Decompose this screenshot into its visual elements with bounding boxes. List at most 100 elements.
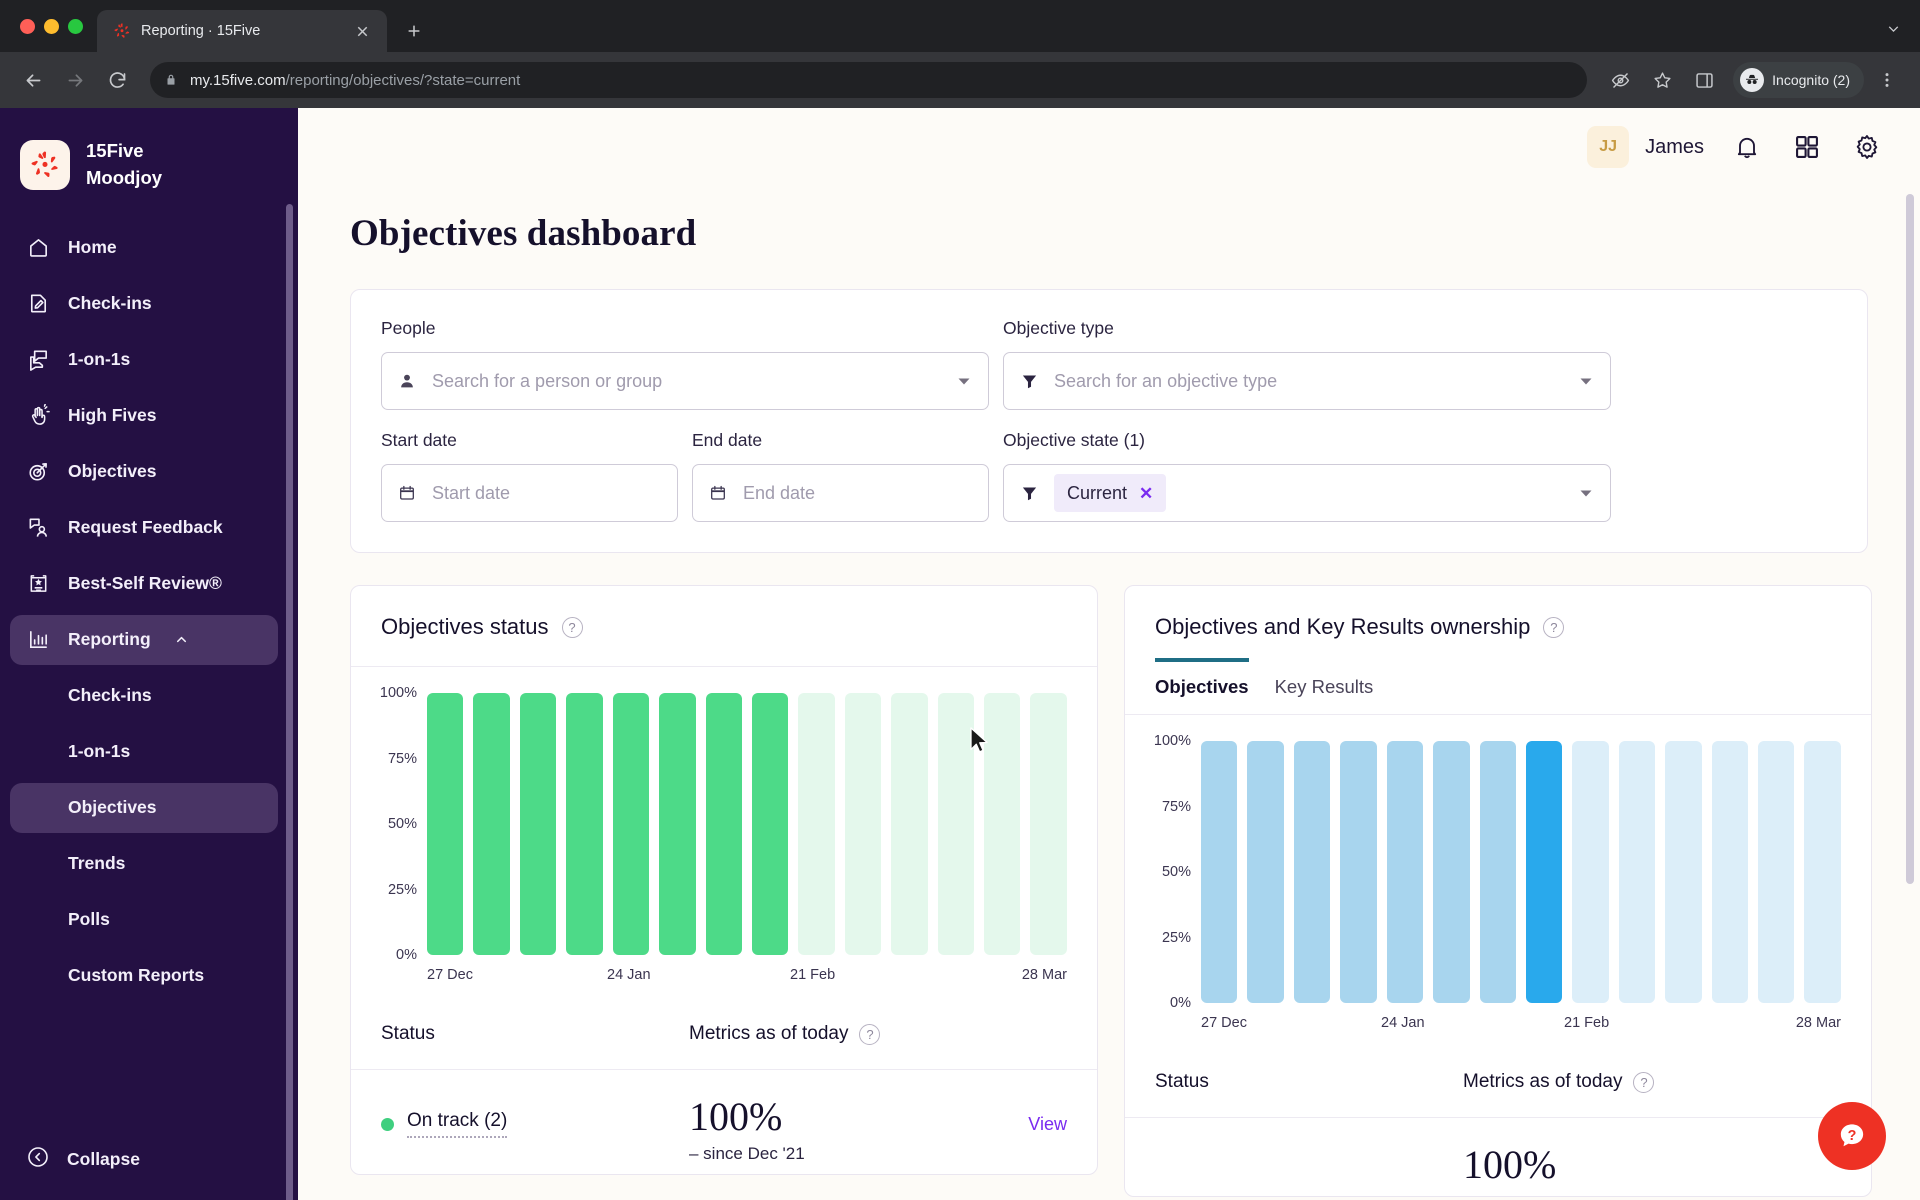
chevron-down-icon[interactable] xyxy=(1576,486,1596,500)
notification-bell-icon[interactable] xyxy=(1730,130,1764,164)
view-link[interactable]: View xyxy=(1028,1096,1067,1135)
chart-bar[interactable] xyxy=(1433,741,1470,1003)
chart-bar[interactable] xyxy=(1525,741,1563,1003)
chart-bar[interactable] xyxy=(473,693,510,955)
chart-bar[interactable] xyxy=(798,693,835,955)
sidebar-item-high-fives[interactable]: High Fives xyxy=(10,391,278,441)
target-icon xyxy=(26,459,51,484)
browser-tab[interactable]: Reporting · 15Five xyxy=(97,10,387,52)
sidebar-item-home[interactable]: Home xyxy=(10,223,278,273)
question-mark-icon[interactable]: ? xyxy=(859,1023,881,1045)
question-mark-icon[interactable]: ? xyxy=(1633,1071,1655,1093)
sidebar-item-reporting-custom-reports[interactable]: Custom Reports xyxy=(10,951,278,1001)
page-scrollbar[interactable] xyxy=(1906,194,1914,884)
chart-bar[interactable] xyxy=(1479,741,1516,1003)
chart-bar[interactable] xyxy=(566,693,603,955)
chevron-left-circle-icon xyxy=(26,1145,50,1174)
user-menu[interactable]: JJ James xyxy=(1587,126,1704,168)
chart-bar[interactable] xyxy=(937,693,975,955)
minimize-window-button[interactable] xyxy=(44,18,59,34)
eye-slash-icon[interactable] xyxy=(1601,61,1639,99)
chart-bar[interactable] xyxy=(1665,741,1702,1003)
question-mark-icon[interactable]: ? xyxy=(561,616,583,638)
15five-logo-icon xyxy=(20,139,70,190)
chart-bar[interactable] xyxy=(1386,741,1424,1003)
chart-bar[interactable] xyxy=(1618,741,1656,1003)
three-dot-menu-icon[interactable] xyxy=(1868,61,1906,99)
reload-icon[interactable] xyxy=(98,61,136,99)
tab-objectives[interactable]: Objectives xyxy=(1155,658,1249,714)
chart-bar[interactable] xyxy=(519,693,557,955)
people-search-input[interactable]: Search for a person or group xyxy=(381,352,989,410)
chart-bar[interactable] xyxy=(1711,741,1749,1003)
objective-state-chip[interactable]: Current ✕ xyxy=(1054,474,1167,512)
end-date-label: End date xyxy=(692,430,763,450)
end-date-input[interactable]: End date xyxy=(692,464,989,522)
chart-bar[interactable] xyxy=(1572,741,1609,1003)
sidebar-item-1-on-1s[interactable]: 1-on-1s xyxy=(10,335,278,385)
sidebar-item-best-self-review[interactable]: Best-Self Review® xyxy=(10,559,278,609)
incognito-label: Incognito (2) xyxy=(1772,72,1850,88)
chart-bar[interactable] xyxy=(891,693,928,955)
sidebar-item-reporting[interactable]: Reporting xyxy=(10,614,278,665)
close-icon[interactable]: ✕ xyxy=(1139,485,1153,502)
question-mark-icon[interactable]: ? xyxy=(1543,616,1565,638)
sidebar-item-reporting-1-on-1s[interactable]: 1-on-1s xyxy=(10,727,278,777)
forward-arrow-icon[interactable] xyxy=(56,61,94,99)
chart-bar[interactable] xyxy=(659,693,696,955)
chart-bar[interactable] xyxy=(612,693,650,955)
side-panel-icon[interactable] xyxy=(1685,61,1723,99)
new-tab-icon[interactable] xyxy=(397,14,431,48)
close-icon[interactable] xyxy=(349,18,375,44)
y-tick-label: 50% xyxy=(1161,864,1191,880)
chart-bar[interactable] xyxy=(1201,741,1238,1003)
sidebar-item-reporting-check-ins[interactable]: Check-ins xyxy=(10,671,278,721)
checkin-note-icon xyxy=(26,291,51,316)
status-table-header: Status Metrics as of today ? xyxy=(351,997,1097,1070)
apps-grid-icon[interactable] xyxy=(1790,130,1824,164)
chevron-down-icon[interactable] xyxy=(954,374,974,388)
sidebar-item-request-feedback[interactable]: Request Feedback xyxy=(10,503,278,553)
settings-gear-icon[interactable] xyxy=(1850,130,1884,164)
address-bar[interactable]: my.15five.com/reporting/objectives/?stat… xyxy=(150,62,1588,98)
chart-bar[interactable] xyxy=(1293,741,1331,1003)
chart-bar[interactable] xyxy=(1758,741,1795,1003)
chart-bar[interactable] xyxy=(1030,693,1067,955)
help-chat-icon[interactable]: ? xyxy=(1818,1102,1886,1170)
chart-bar[interactable] xyxy=(844,693,882,955)
star-icon[interactable] xyxy=(1643,61,1681,99)
tab-list-chevron-icon[interactable] xyxy=(1885,20,1902,40)
objective-type-search-input[interactable]: Search for an objective type xyxy=(1003,352,1611,410)
ownership-card: Objectives and Key Results ownership ? O… xyxy=(1124,585,1872,1197)
tab-key-results[interactable]: Key Results xyxy=(1275,658,1374,714)
chart-bar[interactable] xyxy=(705,693,742,955)
chart-bar[interactable] xyxy=(1340,741,1377,1003)
brand-name-line1: 15Five xyxy=(86,140,144,161)
url-domain: my.15five.com xyxy=(190,71,286,89)
lock-icon xyxy=(164,73,178,87)
brand-block[interactable]: 15Five Moodjoy xyxy=(0,130,298,220)
back-arrow-icon[interactable] xyxy=(14,61,52,99)
sidebar-item-objectives[interactable]: Objectives xyxy=(10,447,278,497)
close-window-button[interactable] xyxy=(20,18,35,34)
card-header: Objectives and Key Results ownership ? xyxy=(1125,586,1871,658)
sidebar-collapse-button[interactable]: Collapse xyxy=(0,1134,298,1184)
start-date-input[interactable]: Start date xyxy=(381,464,678,522)
objective-state-input[interactable]: Current ✕ xyxy=(1003,464,1611,522)
brand-name-line2: Moodjoy xyxy=(86,166,163,188)
chart-bar[interactable] xyxy=(751,693,789,955)
app-shell: 15Five Moodjoy Home Check-ins 1-on-1s Hi… xyxy=(0,108,1920,1200)
chart-bar[interactable] xyxy=(1804,741,1841,1003)
svg-text:?: ? xyxy=(1848,1128,1857,1144)
maximize-window-button[interactable] xyxy=(68,18,83,34)
sidebar-item-reporting-objectives[interactable]: Objectives xyxy=(10,782,278,833)
sidebar-item-check-ins[interactable]: Check-ins xyxy=(10,279,278,329)
chart-bar[interactable] xyxy=(1247,741,1284,1003)
chart-bar[interactable] xyxy=(427,693,464,955)
x-tick-label: 24 Jan xyxy=(1381,1015,1425,1031)
sidebar-item-reporting-trends[interactable]: Trends xyxy=(10,839,278,889)
sidebar-scrollbar[interactable] xyxy=(286,204,293,1200)
chevron-down-icon[interactable] xyxy=(1576,374,1596,388)
sidebar-item-reporting-polls[interactable]: Polls xyxy=(10,895,278,945)
incognito-profile-button[interactable]: Incognito (2) xyxy=(1733,62,1864,98)
